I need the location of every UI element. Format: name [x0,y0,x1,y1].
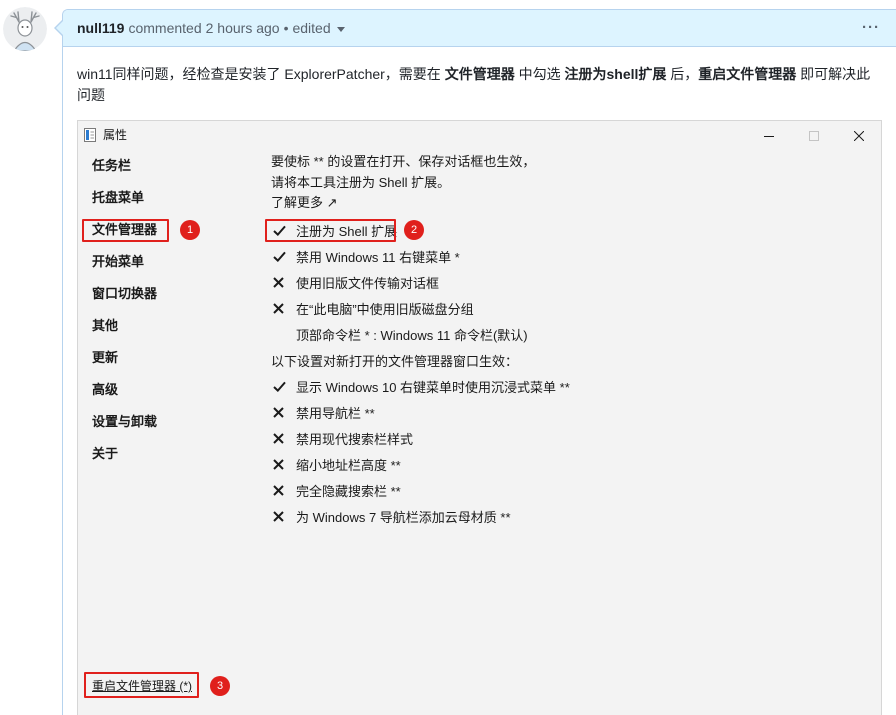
meta-separator: • [283,20,289,36]
comment-options-menu[interactable]: ··· [858,17,884,39]
cross-icon [271,503,296,529]
body-text: 中勾选 [514,66,565,82]
check-icon [271,373,296,399]
file-explorer-settings-panel: 要使标 ** 的设置在打开、保存对话框也生效， 请将本工具注册为 Shell 扩… [271,152,861,529]
sidebar-item-other[interactable]: 其他 [92,310,252,342]
sidebar-item-start-menu[interactable]: 开始菜单 [92,246,252,278]
maximize-button[interactable] [791,121,837,151]
option-immersive-menu[interactable]: 显示 Windows 10 右键菜单时使用沉浸式菜单 ** [271,373,861,399]
sidebar-item-updates[interactable]: 更新 [92,342,252,374]
sidebar-item-taskbar[interactable]: 任务栏 [92,150,252,182]
option-shrink-address-bar[interactable]: 缩小地址栏高度 ** [271,451,861,477]
command-bar-setting[interactable]: 顶部命令栏 * : Windows 11 命令栏(默认) [271,321,861,347]
option-legacy-drive-grouping[interactable]: 在“此电脑”中使用旧版磁盘分组 [271,295,861,321]
annotation-badge: 3 [210,676,230,696]
option-label: 禁用导航栏 ** [296,405,375,421]
shell-extension-intro: 要使标 ** 的设置在打开、保存对话框也生效， 请将本工具注册为 Shell 扩… [271,152,861,214]
comment-action: commented [128,20,202,36]
body-text: 后， [666,66,699,82]
option-hide-search-bar[interactable]: 完全隐藏搜索栏 ** [271,477,861,503]
option-label: 使用旧版文件传输对话框 [296,275,440,291]
option-label: 显示 Windows 10 右键菜单时使用沉浸式菜单 ** [296,379,570,395]
caret-down-icon [336,26,345,32]
sidebar-item-tray-menu[interactable]: 托盘菜单 [92,182,252,214]
cross-icon [271,399,296,425]
sidebar-item-window-switcher[interactable]: 窗口切换器 [92,278,252,310]
option-mica-navigation-bar[interactable]: 为 Windows 7 导航栏添加云母材质 ** [271,503,861,529]
comment-body: win11同样问题，经检查是安装了 ExplorerPatcher，需要在 文件… [77,64,883,106]
avatar[interactable] [3,7,47,51]
comment-meta: null119 commented 2 hours ago • edited [77,18,345,38]
option-label: 完全隐藏搜索栏 ** [296,483,401,499]
option-disable-win11-context-menu[interactable]: 禁用 Windows 11 右键菜单 * [271,243,861,269]
body-emphasis-file-manager: 文件管理器 [444,66,515,82]
learn-more-link[interactable]: 了解更多 ↗ [271,193,861,214]
option-legacy-file-transfer-dialog[interactable]: 使用旧版文件传输对话框 [271,269,861,295]
settings-rows: 注册为 Shell 扩展 禁用 Windows 11 右键菜单 * 使用旧版文件… [271,217,861,529]
edited-label: edited [292,20,331,36]
author-link[interactable]: null119 [77,18,124,38]
comment-pointer-fill [56,21,63,35]
check-icon [271,243,296,269]
option-label: 禁用 Windows 11 右键菜单 * [296,249,460,265]
minimize-icon [764,136,774,137]
annotation-badge: 1 [180,220,200,240]
cross-icon [271,477,296,503]
properties-window-icon [84,128,96,142]
cross-icon [271,451,296,477]
comment-timestamp-link[interactable]: 2 hours ago [206,18,280,38]
settings-sidebar: 任务栏 托盘菜单 文件管理器 开始菜单 窗口切换器 其他 更新 高级 设置与卸载… [92,150,252,470]
annotation-box-file-explorer [82,219,169,242]
body-emphasis-restart: 重启文件管理器 [698,66,797,82]
option-disable-modern-search[interactable]: 禁用现代搜索栏样式 [271,425,861,451]
option-label: 缩小地址栏高度 ** [296,457,401,473]
intro-line: 请将本工具注册为 Shell 扩展。 [271,174,451,190]
cross-icon [271,269,296,295]
new-window-note: 以下设置对新打开的文件管理器窗口生效： [271,347,861,373]
intro-line: 要使标 ** 的设置在打开、保存对话框也生效， [271,154,536,169]
edited-dropdown[interactable]: edited [292,18,345,38]
cross-icon [271,425,296,451]
body-emphasis-register-shell: 注册为shell扩展 [564,66,667,82]
maximize-icon [809,131,819,141]
option-label: 在“此电脑”中使用旧版磁盘分组 [296,301,474,317]
cross-icon [271,295,296,321]
properties-dialog-screenshot: 属性 任务栏 托盘菜单 文件管理器 开始菜单 窗口切换器 其他 更新 高级 设置… [77,120,882,715]
annotation-box-register-shell [265,219,396,242]
minimize-button[interactable] [746,121,792,151]
sidebar-item-about[interactable]: 关于 [92,438,252,470]
close-icon [854,131,864,141]
deer-avatar-icon [3,7,47,51]
sidebar-item-advanced[interactable]: 高级 [92,374,252,406]
command-bar-label: 顶部命令栏 * : Windows 11 命令栏(默认) [296,327,528,343]
annotation-box-restart [84,672,199,698]
sidebar-item-setup-uninstall[interactable]: 设置与卸载 [92,406,252,438]
dialog-title: 属性 [103,128,128,142]
new-window-note-text: 以下设置对新打开的文件管理器窗口生效： [271,353,519,369]
option-label: 为 Windows 7 导航栏添加云母材质 ** [296,509,511,525]
body-text: win11同样问题，经检查是安装了 ExplorerPatcher，需要在 [77,66,445,82]
option-label: 禁用现代搜索栏样式 [296,431,414,447]
close-button[interactable] [836,121,882,151]
option-disable-navigation-bar[interactable]: 禁用导航栏 ** [271,399,861,425]
annotation-badge: 2 [404,220,424,240]
